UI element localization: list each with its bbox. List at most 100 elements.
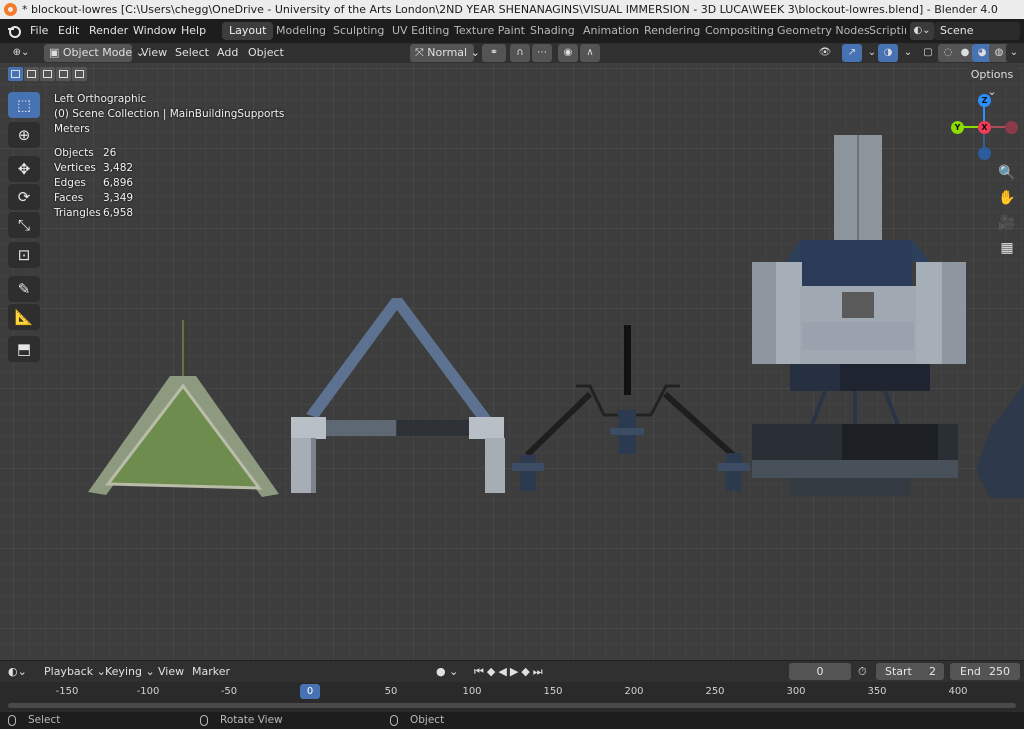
tab-geometry-nodes[interactable]: Geometry Nodes — [770, 22, 877, 40]
tab-sculpting[interactable]: Sculpting — [326, 22, 391, 40]
prev-keyframe-icon[interactable]: ◆ — [487, 665, 498, 678]
overlays-dropdown-icon[interactable]: ⌄ — [898, 44, 918, 62]
menu-file[interactable]: File — [30, 24, 48, 38]
transform-tool-icon[interactable]: ⊡ — [8, 242, 40, 268]
options-button[interactable]: Options ⌄ — [966, 66, 1018, 98]
menu-select[interactable]: Select — [175, 44, 209, 62]
camera-icon[interactable]: 🎥 — [995, 212, 1019, 234]
menu-keying[interactable]: Keying ⌄ — [105, 665, 155, 679]
tab-modeling[interactable]: Modeling — [269, 22, 333, 40]
scale-tool-icon[interactable]: ⤡ — [8, 212, 40, 238]
stat-value: 26 — [103, 147, 117, 159]
tab-scripting[interactable]: Scriptin — [862, 22, 906, 40]
play-reverse-icon[interactable]: ◀ — [498, 665, 509, 678]
mode-label: Object Mode — [62, 46, 133, 59]
select-extend-icon[interactable] — [24, 67, 39, 81]
playhead-frame-indicator[interactable]: 0 — [300, 684, 320, 699]
units-label: Meters — [54, 123, 90, 135]
play-icon[interactable]: ▶ — [510, 665, 521, 678]
stat-value: 6,958 — [103, 207, 134, 219]
visibility-icon[interactable]: 👁 — [812, 44, 838, 62]
add-cube-tool-icon[interactable]: ⬒ — [8, 336, 40, 362]
select-box-tool-icon[interactable]: ⬚ — [8, 92, 40, 118]
pan-hand-icon[interactable]: ✋ — [995, 187, 1019, 209]
tab-shading[interactable]: Shading — [523, 22, 582, 40]
jump-start-icon[interactable]: ⏮ — [474, 665, 487, 678]
pivot-point-icon[interactable]: ⚭ — [482, 44, 506, 62]
tab-texture-paint[interactable]: Texture Paint — [447, 22, 532, 40]
transform-orientation-dropdown[interactable]: ⤧ Normal ⌄ — [410, 44, 480, 62]
viewport-header: ⊕⌄ ▣ Object Mode ⌄ View Select Add Objec… — [0, 43, 1024, 63]
y-axis-icon[interactable]: Y — [951, 121, 964, 134]
snap-target-icon[interactable]: ⋯ — [532, 44, 552, 62]
top-menu-bar: File Edit Render Window Help Layout Mode… — [0, 19, 1024, 43]
proportional-edit-icon[interactable]: ◉ — [558, 44, 578, 62]
playback-controls: ⏮◆◀▶◆⏭ — [474, 665, 546, 679]
scene-statistics: Objects 26 Vertices 3,482 Edges 6,896 Faces… — [54, 146, 133, 221]
current-frame-field[interactable]: 0 — [789, 663, 851, 680]
menu-marker[interactable]: Marker — [192, 665, 230, 679]
editor-type-icon[interactable]: ⊕⌄ — [8, 44, 34, 62]
timeline-editor-icon[interactable]: ◐⌄ — [8, 665, 27, 679]
select-subtract-icon[interactable] — [40, 67, 55, 81]
neg-z-axis-icon[interactable] — [978, 147, 991, 160]
blender-menu-icon[interactable] — [7, 24, 21, 38]
menu-object[interactable]: Object — [248, 44, 284, 62]
viewport-info: Left Orthographic (0) Scene Collection |… — [54, 92, 284, 137]
ruler-tick-label: 50 — [384, 686, 398, 697]
ruler-tick-label: 300 — [786, 686, 806, 697]
scene-name-field[interactable]: Scene — [934, 22, 1020, 40]
stat-value: 3,482 — [103, 162, 134, 174]
menu-edit[interactable]: Edit — [58, 24, 79, 38]
move-tool-icon[interactable]: ✥ — [8, 156, 40, 182]
menu-help[interactable]: Help — [181, 24, 206, 38]
timeline-ruler[interactable]: -150 -100 -50 50 100 150 200 250 300 350 400 0 — [0, 682, 1024, 712]
start-frame-field[interactable]: Start 2 — [876, 663, 944, 680]
status-bar: Select Rotate View Object — [0, 712, 1024, 729]
menu-window[interactable]: Window — [133, 24, 176, 38]
menu-playback[interactable]: Playback ⌄ — [44, 665, 106, 679]
next-keyframe-icon[interactable]: ◆ — [521, 665, 532, 678]
stat-row: Triangles 6,958 — [54, 206, 133, 221]
playback-label: Playback — [44, 665, 94, 678]
snap-icon[interactable]: ∩ — [510, 44, 530, 62]
jump-end-icon[interactable]: ⏭ — [533, 665, 546, 678]
z-axis-icon[interactable]: Z — [978, 94, 991, 107]
status-rotate-label: Rotate View — [220, 714, 283, 726]
select-invert-icon[interactable] — [56, 67, 71, 81]
select-intersect-icon[interactable] — [72, 67, 87, 81]
menu-timeline-view[interactable]: View — [158, 665, 184, 679]
tab-rendering[interactable]: Rendering — [637, 22, 707, 40]
end-frame-field[interactable]: End 250 — [950, 663, 1020, 680]
xray-icon[interactable]: ▢ — [918, 44, 938, 62]
shading-dropdown-icon[interactable]: ⌄ — [1006, 44, 1022, 62]
rotate-tool-icon[interactable]: ⟳ — [8, 184, 40, 210]
falloff-icon[interactable]: ∧ — [580, 44, 600, 62]
measure-tool-icon[interactable]: 📐 — [8, 304, 40, 330]
mode-dropdown[interactable]: ▣ Object Mode ⌄ — [44, 44, 145, 62]
3d-viewport[interactable] — [0, 63, 1024, 660]
annotate-tool-icon[interactable]: ✎ — [8, 276, 40, 302]
zoom-icon[interactable]: 🔍 — [995, 162, 1019, 184]
tab-compositing[interactable]: Compositing — [698, 22, 781, 40]
gizmo-toggle-icon[interactable]: ↗ — [842, 44, 862, 62]
x-axis-icon[interactable]: X — [978, 121, 991, 134]
tab-layout[interactable]: Layout — [222, 22, 274, 40]
neg-x-axis-icon[interactable] — [1005, 121, 1018, 134]
tab-animation[interactable]: Animation — [576, 22, 646, 40]
stopwatch-icon[interactable]: ⏱ — [858, 665, 867, 679]
main-building-object — [752, 135, 1024, 498]
window-title: * blockout-lowres [C:\Users\chegg\OneDri… — [22, 3, 998, 16]
tab-uv-editing[interactable]: UV Editing — [385, 22, 456, 40]
select-new-icon[interactable] — [8, 67, 23, 81]
overlays-toggle-icon[interactable]: ◑ — [878, 44, 898, 62]
menu-add[interactable]: Add — [217, 44, 238, 62]
timeline-scrollbar[interactable] — [8, 703, 1016, 708]
object-mode-icon: ▣ — [49, 46, 63, 59]
record-icon[interactable]: ● ⌄ — [436, 665, 458, 679]
grid-icon[interactable]: ▦ — [995, 237, 1019, 259]
scene-selector-icon[interactable]: ◐⌄ — [910, 22, 934, 40]
menu-render[interactable]: Render — [89, 24, 128, 38]
menu-view[interactable]: View — [141, 44, 167, 62]
cursor-tool-icon[interactable]: ⊕ — [8, 122, 40, 148]
